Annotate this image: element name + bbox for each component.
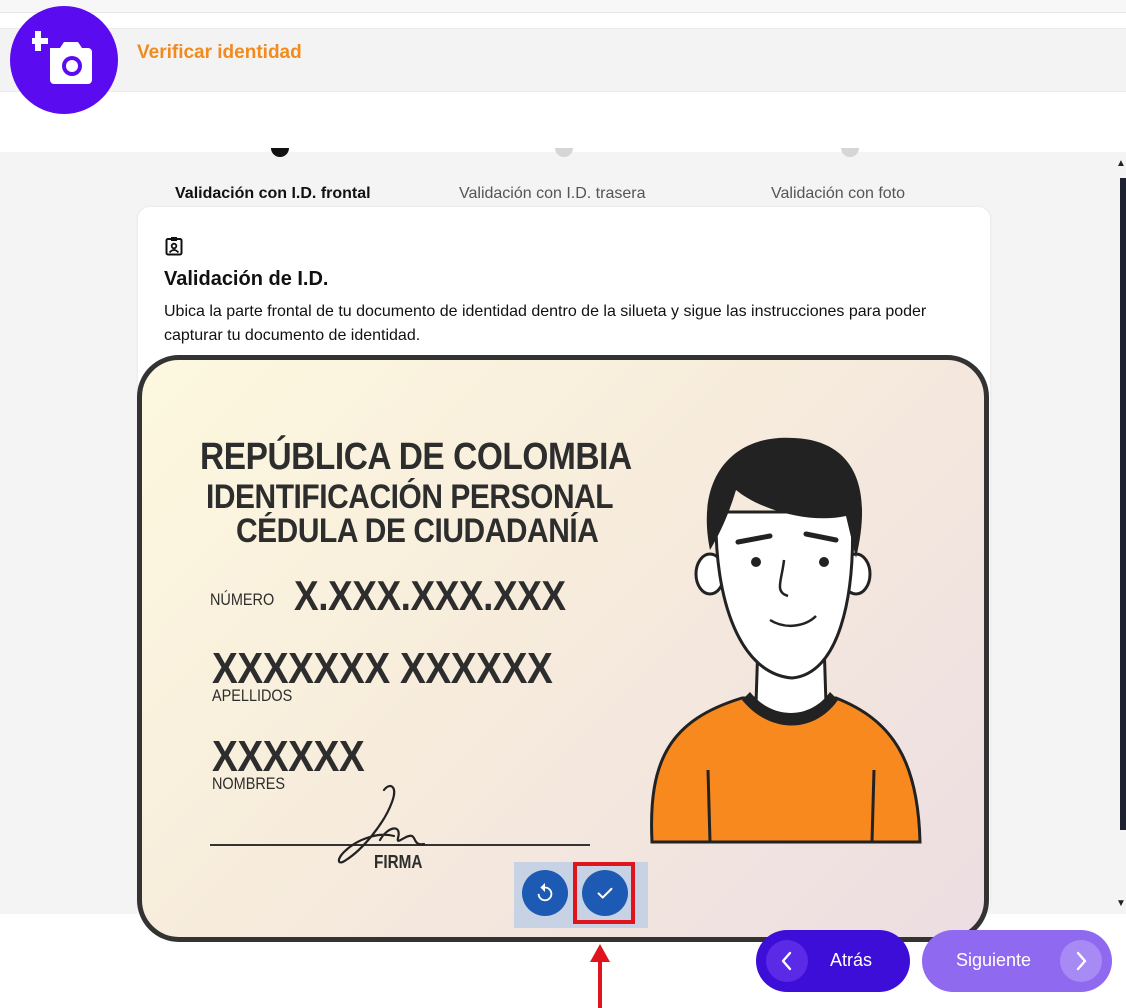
back-button[interactable]: Atrás	[756, 930, 910, 992]
app-logo	[10, 6, 118, 114]
retake-rotate-icon	[537, 882, 553, 902]
scroll-down-arrow-icon[interactable]: ▼	[1116, 898, 1126, 909]
card-description: Ubica la parte frontal de tu documento d…	[164, 303, 927, 344]
id-number-value: X.XXX.XXX.XXX	[294, 572, 566, 619]
retake-button[interactable]	[522, 870, 568, 916]
back-button-label: Atrás	[830, 950, 873, 970]
window-top-edge	[0, 0, 1126, 13]
page-title: Verificar identidad	[137, 42, 302, 63]
next-button-label: Siguiente	[956, 950, 1032, 970]
add-photo-camera-icon	[32, 31, 92, 84]
annotation-arrow	[598, 960, 602, 1008]
annotation-highlight-box	[573, 862, 635, 924]
chevron-left-icon	[766, 940, 808, 982]
id-document-type-line: CÉDULA DE CIUDADANÍA	[236, 512, 599, 550]
id-badge-icon	[165, 237, 183, 256]
id-names-label: NOMBRES	[212, 774, 286, 793]
signature-label: FIRMA	[374, 852, 423, 872]
id-number-label: NÚMERO	[210, 590, 275, 609]
person-silhouette-illustration	[650, 437, 922, 844]
step-label-back-id[interactable]: Validación con I.D. trasera	[459, 185, 645, 203]
id-country-line: REPÚBLICA DE COLOMBIA	[200, 436, 632, 478]
scroll-up-arrow-icon[interactable]: ▲	[1116, 158, 1126, 169]
step-label-front-id[interactable]: Validación con I.D. frontal	[175, 185, 371, 203]
next-button[interactable]: Siguiente	[922, 930, 1112, 992]
chevron-right-icon	[1060, 940, 1102, 982]
side-panel-edge	[1120, 178, 1126, 830]
id-capture-frame: REPÚBLICA DE COLOMBIA IDENTIFICACIÓN PER…	[137, 355, 989, 942]
card-title: Validación de I.D.	[164, 268, 329, 290]
id-surnames-label: APELLIDOS	[212, 686, 293, 705]
step-label-photo[interactable]: Validación con foto	[771, 185, 905, 203]
